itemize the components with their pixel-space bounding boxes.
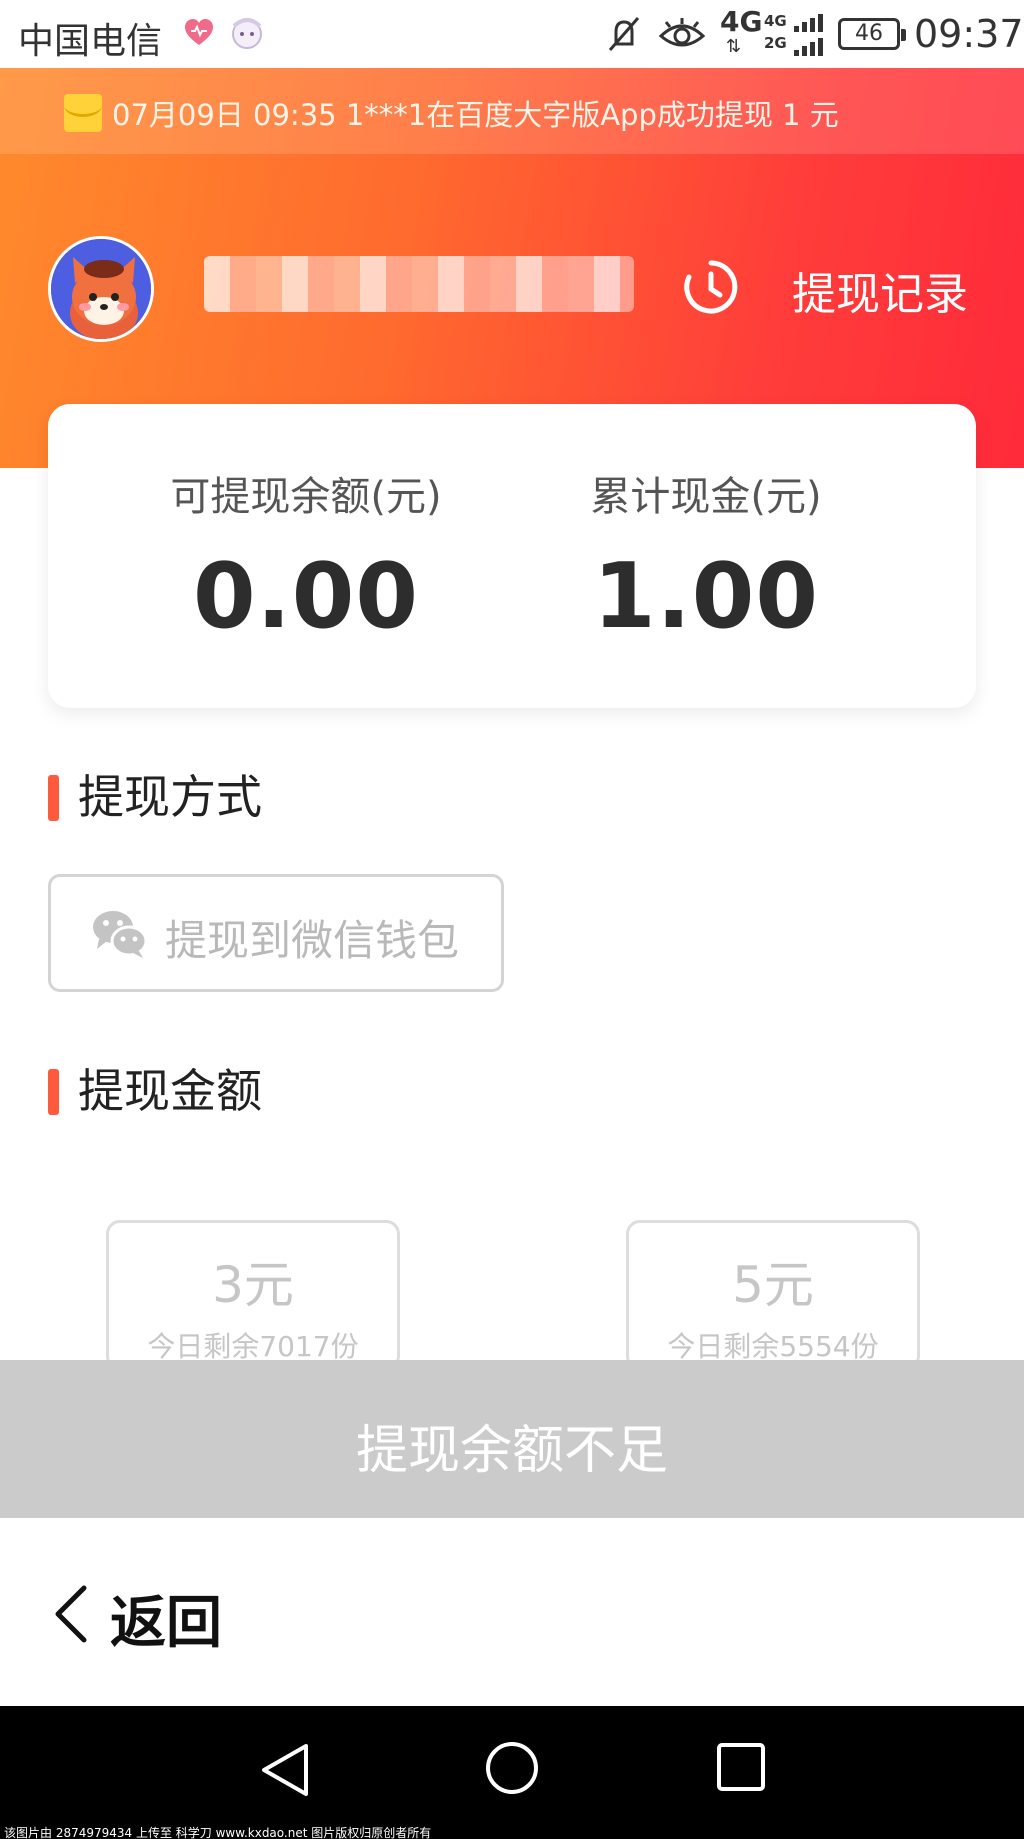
wechat-icon xyxy=(93,911,147,958)
amount-value: 5元 xyxy=(732,1256,814,1314)
withdraw-submit-button[interactable]: 提现余额不足 xyxy=(0,1360,1024,1518)
ticker-text: 07月09日 09:35 1***1在百度大字版App成功提现 1 元 xyxy=(112,98,839,132)
withdraw-ticker: 07月09日 09:35 1***1在百度大字版App成功提现 1 元 xyxy=(0,68,1024,154)
network-type: 4G xyxy=(720,5,763,38)
user-avatar[interactable] xyxy=(48,236,154,342)
heart-icon xyxy=(185,19,213,45)
wechat-wallet-option[interactable]: 提现到微信钱包 xyxy=(48,874,504,992)
withdraw-history-button[interactable]: 提现记录 xyxy=(682,252,982,322)
back-button[interactable]: 返回 xyxy=(52,1578,252,1656)
system-nav-bar: 该图片由 2874979434 上传至 科学刀 www.kxdao.net 图片… xyxy=(0,1706,1024,1839)
battery-level: 46 xyxy=(855,21,883,46)
svg-text:4G: 4G xyxy=(764,12,787,30)
battery-icon: 46 xyxy=(838,18,906,50)
bottom-back-bar: 返回 xyxy=(0,1518,1024,1706)
clock-time: 09:37 xyxy=(914,12,1024,56)
total-cash-label: 累计现金(元) xyxy=(590,474,822,520)
status-bar: 中国电信 4G ⇅ 4G 2G 46 09:37 xyxy=(0,0,1024,68)
network-arrows-icon: ⇅ xyxy=(726,36,742,57)
available-balance: 可提现余额(元) 0.00 xyxy=(106,464,506,649)
nav-home-icon[interactable] xyxy=(484,1740,540,1796)
chevron-left-icon xyxy=(55,1585,87,1643)
nav-back-icon[interactable] xyxy=(258,1740,312,1800)
amount-remaining: 今日剩余5554份 xyxy=(667,1330,879,1363)
amount-option-5[interactable]: 5元 今日剩余5554份 xyxy=(626,1220,920,1370)
mute-icon xyxy=(608,17,640,51)
clock-icon xyxy=(684,260,738,314)
amount-remaining: 今日剩余7017份 xyxy=(147,1330,359,1363)
total-cash: 累计现金(元) 1.00 xyxy=(506,464,906,649)
available-balance-label: 可提现余额(元) xyxy=(170,474,442,520)
amount-value: 3元 xyxy=(212,1256,294,1314)
eye-icon xyxy=(658,18,706,47)
watermark-text: 该图片由 2874979434 上传至 科学刀 www.kxdao.net 图片… xyxy=(4,1826,432,1839)
red-envelope-icon xyxy=(64,94,102,132)
total-cash-value: 1.00 xyxy=(592,544,820,649)
withdraw-submit-label: 提现余额不足 xyxy=(355,1421,668,1481)
back-label: 返回 xyxy=(110,1591,222,1656)
history-label: 提现记录 xyxy=(792,269,968,320)
username-blurred xyxy=(204,256,634,312)
amount-option-3[interactable]: 3元 今日剩余7017份 xyxy=(106,1220,400,1370)
balance-card: 可提现余额(元) 0.00 累计现金(元) 1.00 xyxy=(48,404,976,708)
carrier-label: 中国电信 xyxy=(18,21,163,62)
svg-text:2G: 2G xyxy=(764,34,787,52)
signal-icon: 4G 2G xyxy=(764,12,823,56)
method-section-title: 提现方式 xyxy=(48,770,262,824)
nav-recent-icon[interactable] xyxy=(716,1742,766,1792)
available-balance-value: 0.00 xyxy=(192,544,420,649)
wechat-wallet-label: 提现到微信钱包 xyxy=(165,916,460,965)
amount-section-title: 提现金额 xyxy=(48,1064,262,1118)
avatar-sticker-icon xyxy=(232,18,262,49)
